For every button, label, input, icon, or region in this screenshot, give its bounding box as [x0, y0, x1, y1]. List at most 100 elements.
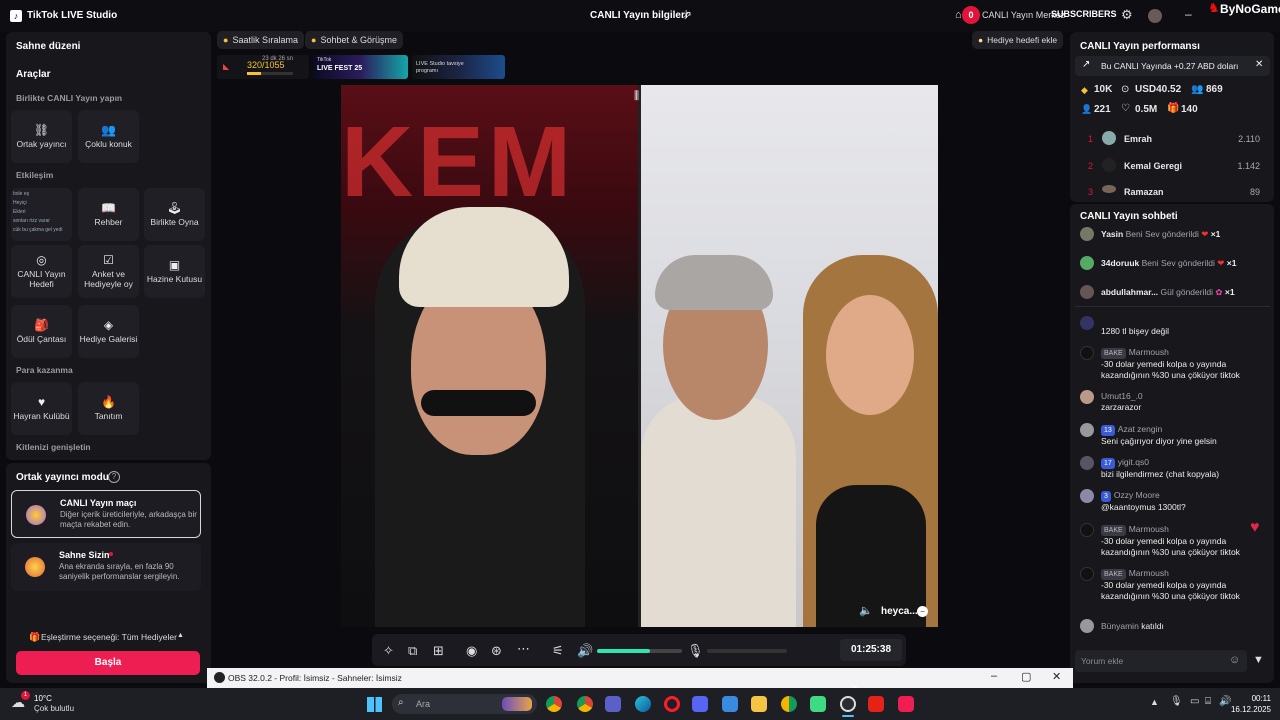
- leaderboard-name[interactable]: Ramazan: [1124, 187, 1164, 197]
- leaderboard-name[interactable]: Emrah: [1124, 134, 1152, 144]
- stage-icon: [25, 557, 45, 577]
- opera-icon[interactable]: [664, 696, 680, 712]
- notification-badge[interactable]: 0: [962, 6, 980, 24]
- chrome-beta-icon[interactable]: [781, 696, 797, 712]
- caret-up-icon[interactable]: ▲: [177, 632, 184, 639]
- tray-display-icon[interactable]: ▭: [1190, 696, 1199, 707]
- tile-gift-gallery[interactable]: ◈ Hediye Galerisi: [78, 305, 139, 358]
- tile-guide[interactable]: 📖 Rehber: [78, 188, 139, 241]
- scene-layout-title[interactable]: Sahne düzeni: [16, 41, 80, 52]
- teams-icon[interactable]: [605, 696, 621, 712]
- edge-icon[interactable]: [635, 696, 651, 712]
- tile-fan-club[interactable]: ♥ Hayran Kulübü: [11, 382, 72, 435]
- bake-badge: BAKE: [1101, 525, 1126, 536]
- stat-likes: 0.5M: [1135, 104, 1158, 115]
- tile-play-together[interactable]: 🕹 Birlikte Oyna: [144, 188, 205, 241]
- layout-icon[interactable]: ⧉: [408, 643, 417, 659]
- gift-gallery-icon: ◈: [103, 317, 114, 332]
- monetize-section-title: Para kazanma: [16, 365, 73, 375]
- audio-settings-icon[interactable]: ⚟: [552, 643, 564, 659]
- obs-close-icon[interactable]: ✕: [1052, 670, 1061, 683]
- screen-add-icon[interactable]: ⊞: [433, 643, 444, 659]
- start-button[interactable]: Başla: [16, 651, 200, 675]
- subscribers-label: SUBSCRIBERS: [1051, 9, 1117, 19]
- tile-cohost[interactable]: ⛓ Ortak yayıncı: [11, 110, 72, 163]
- taskbar-date[interactable]: 16.12.2025: [1228, 705, 1271, 714]
- bake-badge: BAKE: [1101, 569, 1126, 580]
- avatar: [1080, 489, 1094, 503]
- tile-live-goal[interactable]: ◎ CANLI Yayın Hedefi: [11, 245, 72, 298]
- comment-input[interactable]: Yorum ekle ☺: [1075, 650, 1247, 672]
- studio-program-banner[interactable]: LIVE Studio tavsiye programı: [412, 55, 505, 79]
- hourly-ranking-chip[interactable]: ● Saatlik Sıralama: [217, 31, 304, 49]
- android-studio-icon[interactable]: [810, 696, 826, 712]
- host-video[interactable]: KEM: [341, 85, 638, 627]
- windows-start-icon[interactable]: [367, 697, 382, 712]
- tiktok-studio-icon[interactable]: [898, 696, 914, 712]
- live-fest-banner[interactable]: TikTok LIVE FEST 25: [313, 55, 408, 79]
- tiktok-logo-icon: ♪: [10, 10, 22, 22]
- earning-note-box[interactable]: ↗ Bu CANLI Yayında +0.27 ABD doları ✕: [1075, 56, 1270, 76]
- effects-wand-icon[interactable]: ✧: [383, 643, 394, 659]
- emoji-icon[interactable]: ☺: [1229, 654, 1240, 666]
- obs-minimize-icon[interactable]: –: [991, 670, 997, 682]
- more-icon[interactable]: ⋯: [517, 641, 530, 657]
- tray-chevron-icon[interactable]: ▲: [1150, 697, 1159, 707]
- obs-maximize-icon[interactable]: ▢: [1021, 670, 1031, 683]
- volume-slider-track[interactable]: [597, 649, 682, 653]
- share-icon[interactable]: ⇗: [682, 8, 692, 22]
- chat-call-chip[interactable]: ● Sohbet & Görüşme: [305, 31, 403, 49]
- tray-mic-icon[interactable]: 🎙: [1170, 696, 1183, 707]
- guest-close-icon[interactable]: −: [917, 606, 928, 617]
- tile-multi-guest[interactable]: 👥 Çoklu konuk: [78, 110, 139, 163]
- search-highlight-icon: [502, 697, 532, 711]
- microphone-icon[interactable]: 🎙: [687, 643, 704, 659]
- host-sunglasses: [421, 390, 536, 416]
- close-icon[interactable]: ✕: [1255, 59, 1263, 70]
- obs-taskbar-icon[interactable]: [840, 696, 856, 712]
- tile-promote[interactable]: 🔥 Tanıtım: [78, 382, 139, 435]
- rank-widget[interactable]: ◣ 23 dk 26 sn 320/1055: [217, 55, 309, 79]
- obs-window-titlebar[interactable]: OBS 32.0.2 - Profil: İsimsiz - Sahneler:…: [207, 668, 1073, 688]
- file-explorer-icon[interactable]: [751, 696, 767, 712]
- filter-icon[interactable]: ▼: [1253, 654, 1264, 666]
- live-info-title[interactable]: CANLI Yayın bilgileri: [590, 10, 688, 21]
- tray-network-icon[interactable]: ⌸: [1205, 696, 1211, 707]
- leaderboard-name[interactable]: Kemal Geregi: [1124, 161, 1182, 171]
- live-match-card[interactable]: CANLI Yayın maçı Diğer içerik üreticiler…: [11, 490, 201, 538]
- taskbar-time[interactable]: 00:11: [1241, 694, 1271, 703]
- record-icon[interactable]: ◉: [466, 643, 477, 659]
- avatar: [1080, 523, 1094, 537]
- discord-icon[interactable]: [692, 696, 708, 712]
- mic-level-track[interactable]: [707, 649, 787, 653]
- guest-speaker-icon[interactable]: 🔈: [859, 604, 873, 617]
- chrome-icon[interactable]: [546, 696, 562, 712]
- profile-avatar[interactable]: [1148, 9, 1162, 23]
- tile-poll[interactable]: ☑ Anket ve Hediyeyle oy: [78, 245, 139, 298]
- settings-gear-icon[interactable]: ⚙: [1121, 7, 1133, 23]
- tile-reward-bag[interactable]: 🎒 Ödül Çantası: [11, 305, 72, 358]
- help-icon[interactable]: ?: [108, 471, 120, 483]
- expand-section-title[interactable]: Kitlenizi genişletin: [16, 442, 91, 452]
- taskbar-search[interactable]: ⌕ Ara: [392, 694, 537, 714]
- chat-message: 3 Ozzy Moore @kaantoymus 1300tl?: [1101, 490, 1186, 512]
- stage-yours-card[interactable]: Sahne Sizin Ana ekranda sırayla, en fazl…: [11, 543, 201, 591]
- minimize-icon[interactable]: –: [1185, 7, 1192, 21]
- poll-icon: ☑: [103, 252, 114, 267]
- tile-chat-overlay[interactable]: bole eş Heyiçi Ekleri sonları rizz varar…: [11, 188, 72, 241]
- youtube-icon[interactable]: [868, 696, 884, 712]
- stat-earnings: USD40.52: [1135, 84, 1182, 95]
- host-beanie: [399, 207, 569, 307]
- camera-switch-icon[interactable]: ⊛: [491, 643, 502, 659]
- match-option-select[interactable]: Eşleştirme seçeneği: Tüm Hediyeler: [41, 632, 177, 642]
- tile-treasure-box[interactable]: ▣ Hazine Kutusu: [144, 245, 205, 298]
- split-handle-icon[interactable]: ⫼: [634, 90, 639, 103]
- mail-icon[interactable]: [722, 696, 738, 712]
- live-center-icon[interactable]: ⌂: [955, 9, 962, 21]
- stat-viewers: 869: [1206, 84, 1223, 95]
- chrome-profile-icon[interactable]: [577, 696, 593, 712]
- add-gift-goal-button[interactable]: ● Hediye hedefi ekle: [972, 31, 1064, 49]
- speaker-icon[interactable]: 🔊: [577, 643, 593, 659]
- guest-video[interactable]: 🔈 heyca... −: [641, 85, 938, 627]
- comment-placeholder: Yorum ekle: [1081, 656, 1124, 666]
